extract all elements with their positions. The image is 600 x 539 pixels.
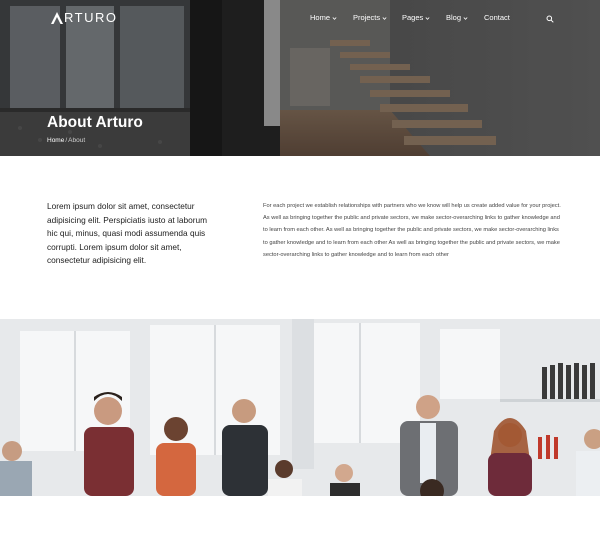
intro-body-text: For each project we establish relationsh… [263, 203, 561, 258]
breadcrumb-home-link[interactable]: Home [47, 137, 64, 144]
nav-item-pages[interactable]: Pages [402, 13, 430, 23]
nav-item-label: Home [310, 13, 331, 22]
team-photo-illustration [0, 319, 600, 496]
chevron-down-icon [382, 16, 387, 20]
nav-item-contact[interactable]: Contact [484, 13, 510, 23]
page-title: About Arturo [47, 114, 143, 131]
nav-item-label: Contact [484, 13, 510, 22]
nav-item-blog[interactable]: Blog [446, 13, 468, 23]
top-navigation: RTURO Home Projects Pages Blog Contact [0, 0, 600, 36]
team-photo [0, 319, 600, 496]
nav-item-label: Projects [353, 13, 381, 22]
chevron-down-icon [332, 16, 337, 20]
breadcrumb: Home/About [47, 136, 85, 145]
nav-item-projects[interactable]: Projects [353, 13, 387, 23]
intro-lead-text: Lorem ipsum dolor sit amet, consectetur … [47, 201, 208, 266]
nav-item-label: Pages [402, 13, 424, 22]
nav-item-label: Blog [446, 13, 462, 22]
search-icon[interactable] [546, 15, 554, 23]
chevron-down-icon [425, 16, 430, 20]
main-menu: Home Projects Pages Blog Contact [0, 13, 600, 25]
breadcrumb-current: About [68, 137, 86, 144]
chevron-down-icon [463, 16, 468, 20]
page-hero: RTURO Home Projects Pages Blog Contact A… [0, 0, 600, 156]
nav-item-home[interactable]: Home [310, 13, 337, 23]
